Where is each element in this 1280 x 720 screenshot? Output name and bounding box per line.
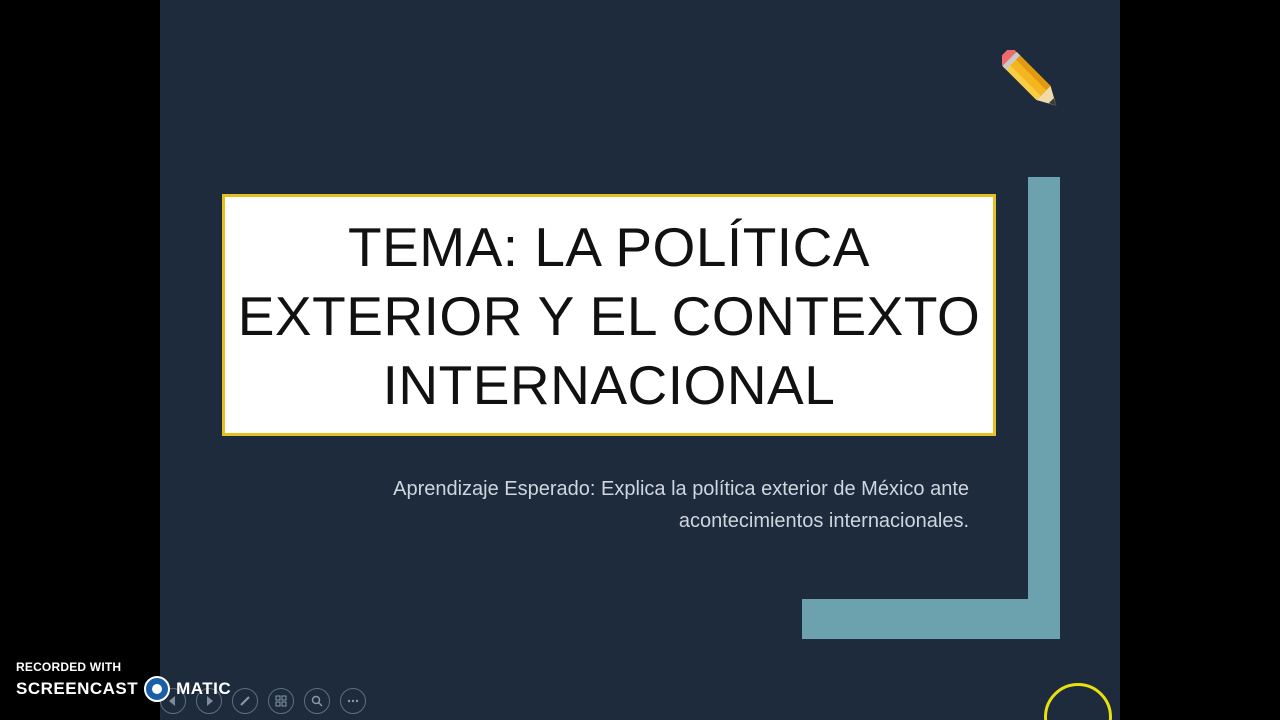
pencil-icon [1002, 50, 1057, 106]
cursor-highlight [1044, 683, 1112, 720]
pen-icon [240, 696, 250, 706]
ellipsis-icon [347, 699, 359, 703]
title-line: INTERNACIONAL [382, 353, 836, 416]
watermark-brand-left: SCREENCAST [16, 679, 139, 698]
screen: TEMA: LA POLÍTICA EXTERIOR Y EL CONTEXTO… [0, 0, 1280, 720]
decorative-frame-horizontal [802, 599, 1060, 639]
watermark-top-text: RECORDED WITH [16, 660, 122, 674]
magnifier-icon [311, 695, 323, 707]
watermark-brand-right: MATIC [176, 679, 232, 698]
slide-subtitle: Aprendizaje Esperado: Explica la polític… [300, 473, 969, 537]
watermark-brand: SCREENCAST MATIC [16, 676, 231, 702]
presentation-slide: TEMA: LA POLÍTICA EXTERIOR Y EL CONTEXTO… [160, 0, 1120, 720]
title-line: EXTERIOR Y EL CONTEXTO [237, 284, 981, 347]
screencastomatic-logo-icon [144, 676, 171, 702]
recording-watermark: RECORDED WITH SCREENCAST MATIC [16, 660, 231, 702]
decorative-frame-vertical [1028, 177, 1060, 639]
subtitle-line: Aprendizaje Esperado: Explica la polític… [393, 478, 969, 500]
slide-title: TEMA: LA POLÍTICA EXTERIOR Y EL CONTEXTO… [238, 211, 981, 420]
more-options-button[interactable] [340, 688, 366, 714]
pen-tool-button[interactable] [232, 688, 258, 714]
zoom-button[interactable] [304, 688, 330, 714]
subtitle-line: acontecimientos internacionales. [678, 510, 969, 532]
title-line: TEMA: LA POLÍTICA [348, 215, 870, 278]
title-box: TEMA: LA POLÍTICA EXTERIOR Y EL CONTEXTO… [222, 194, 996, 436]
see-all-slides-button[interactable] [268, 688, 294, 714]
slides-grid-icon [275, 695, 287, 707]
